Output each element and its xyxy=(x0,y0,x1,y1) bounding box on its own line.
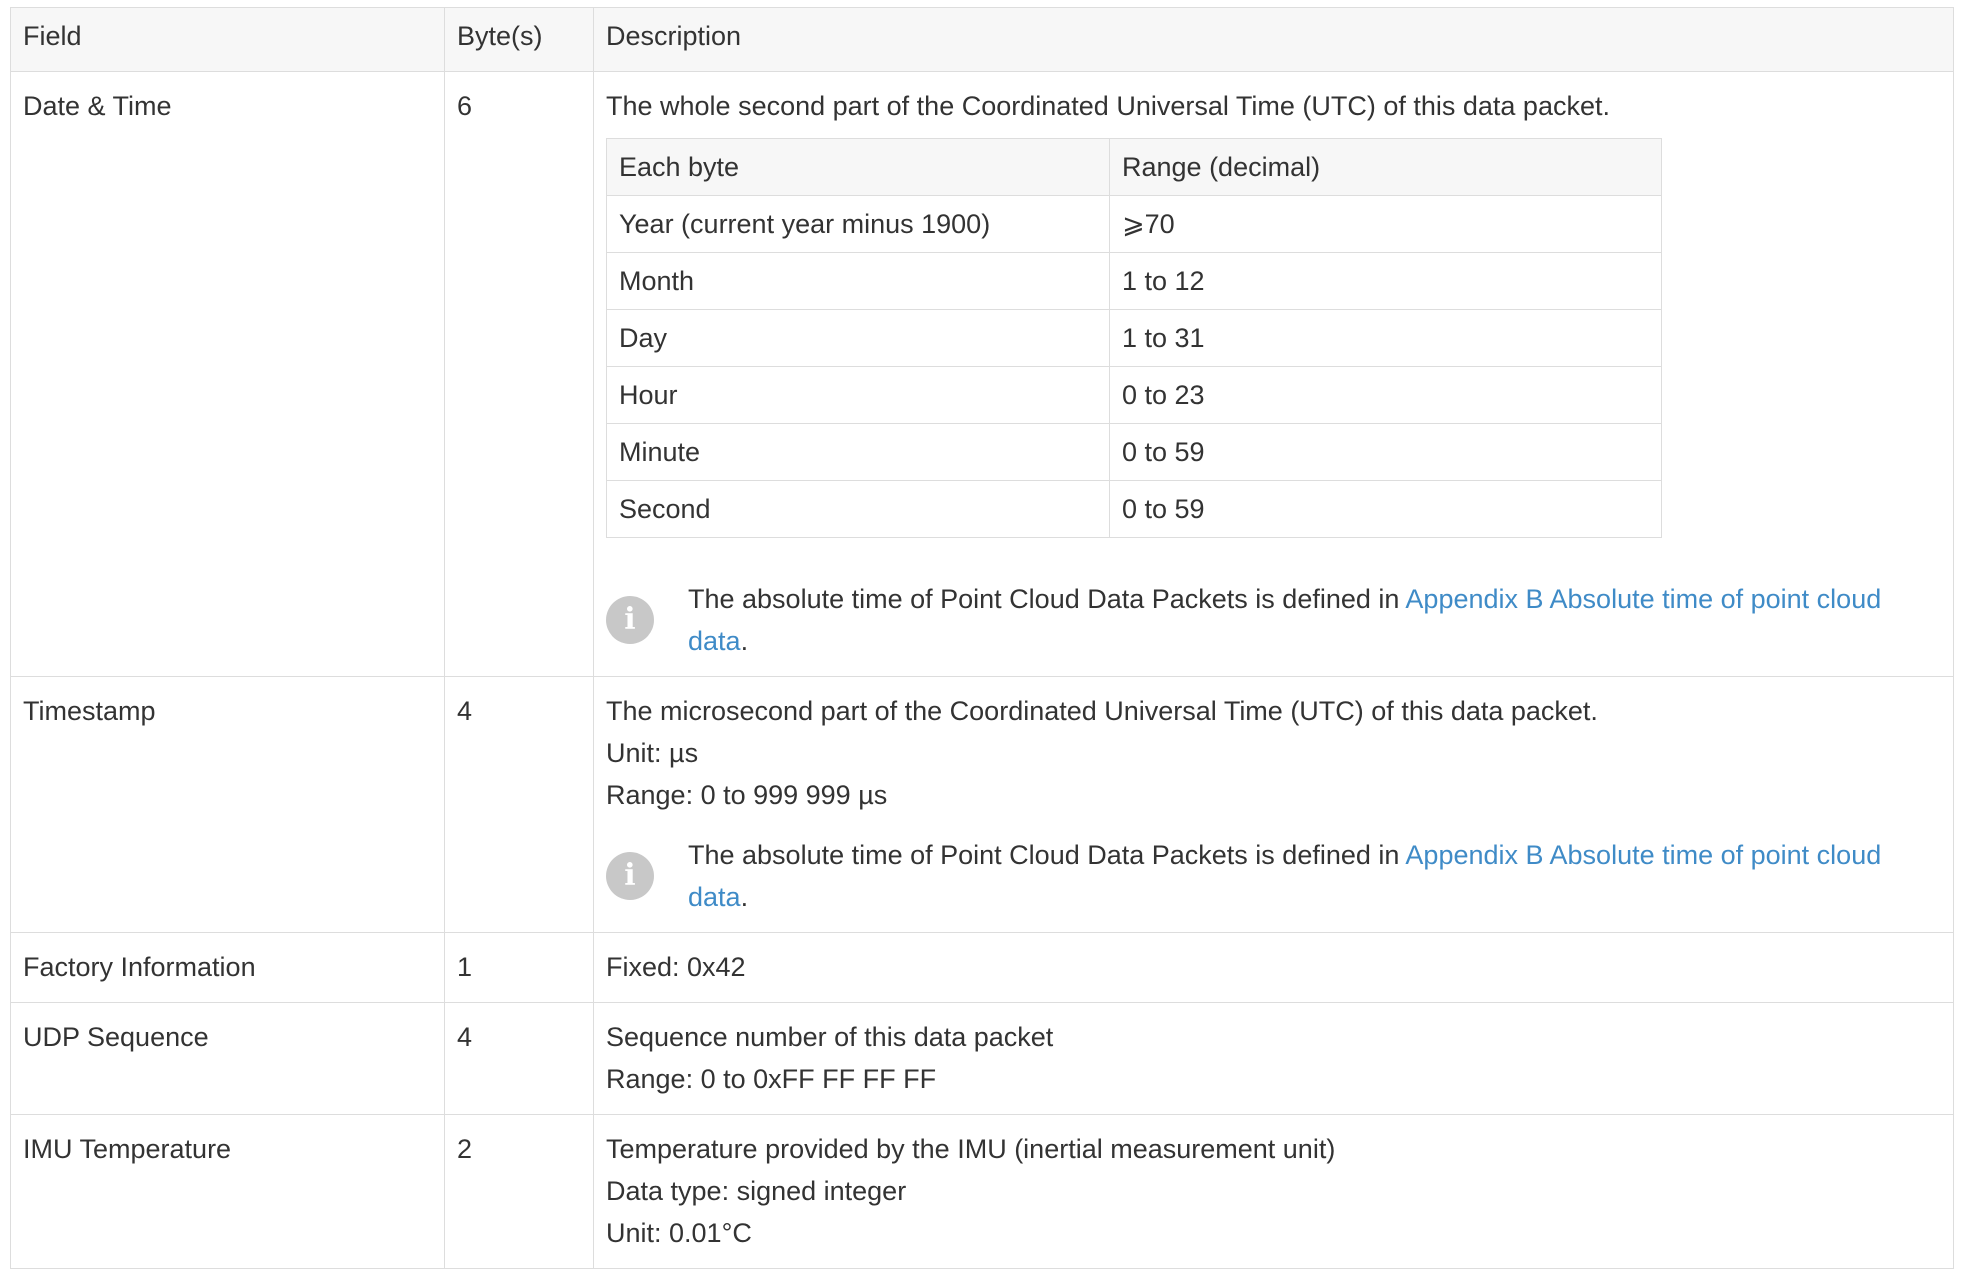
table-row: UDP Sequence 4 Sequence number of this d… xyxy=(10,1002,1954,1115)
table-row: IMU Temperature 2 Temperature provided b… xyxy=(10,1114,1954,1269)
subtable-row: Hour 0 to 23 xyxy=(606,366,1662,424)
header-bytes: Byte(s) xyxy=(444,7,594,72)
field-cell: UDP Sequence xyxy=(10,1002,445,1115)
subtable-header-range: Range (decimal) xyxy=(1109,138,1662,196)
description-line: Fixed: 0x42 xyxy=(606,952,746,982)
bytes-cell: 4 xyxy=(444,1002,594,1115)
byte-range-table: Each byte Range (decimal) Year (current … xyxy=(606,138,1662,538)
info-note-text: The absolute time of Point Cloud Data Pa… xyxy=(688,578,1941,662)
description-line: Data type: signed integer xyxy=(606,1176,907,1206)
subtable-range-cell: 0 to 59 xyxy=(1109,423,1662,481)
description-cell: Fixed: 0x42 xyxy=(593,932,1954,1003)
subtable-range-cell: 1 to 31 xyxy=(1109,309,1662,367)
subtable-row: Month 1 to 12 xyxy=(606,252,1662,310)
info-icon: i xyxy=(606,596,654,644)
subtable-header-row: Each byte Range (decimal) xyxy=(606,138,1662,196)
subtable-byte-cell: Second xyxy=(606,480,1110,538)
description-line: Unit: 0.01°C xyxy=(606,1218,752,1248)
field-cell: Factory Information xyxy=(10,932,445,1003)
subtable-range-cell: 1 to 12 xyxy=(1109,252,1662,310)
table-row: Factory Information 1 Fixed: 0x42 xyxy=(10,932,1954,1003)
description-text: The whole second part of the Coordinated… xyxy=(606,91,1610,121)
field-cell: IMU Temperature xyxy=(10,1114,445,1269)
header-field: Field xyxy=(10,7,445,72)
subtable-header-each-byte: Each byte xyxy=(606,138,1110,196)
note-text-suffix: . xyxy=(740,626,749,656)
bytes-cell: 6 xyxy=(444,71,594,677)
subtable-row: Day 1 to 31 xyxy=(606,309,1662,367)
note-text-lead: The absolute time of Point Cloud Data Pa… xyxy=(688,584,1406,614)
description-cell: Sequence number of this data packet Rang… xyxy=(593,1002,1954,1115)
header-description: Description xyxy=(593,7,1954,72)
table-row: Timestamp 4 The microsecond part of the … xyxy=(10,676,1954,933)
subtable-byte-cell: Hour xyxy=(606,366,1110,424)
description-line: Temperature provided by the IMU (inertia… xyxy=(606,1134,1336,1164)
table-row: Date & Time 6 The whole second part of t… xyxy=(10,71,1954,677)
bytes-cell: 4 xyxy=(444,676,594,933)
description-line: The microsecond part of the Coordinated … xyxy=(606,696,1598,726)
bytes-cell: 1 xyxy=(444,932,594,1003)
note-text-suffix: . xyxy=(740,882,749,912)
subtable-byte-cell: Year (current year minus 1900) xyxy=(606,195,1110,253)
packet-fields-table: Field Byte(s) Description Date & Time 6 … xyxy=(10,7,1954,1269)
field-cell: Date & Time xyxy=(10,71,445,677)
subtable-row: Second 0 to 59 xyxy=(606,480,1662,538)
description-line: Sequence number of this data packet xyxy=(606,1022,1054,1052)
subtable-range-cell: ⩾70 xyxy=(1109,195,1662,253)
subtable-byte-cell: Minute xyxy=(606,423,1110,481)
subtable-range-cell: 0 to 23 xyxy=(1109,366,1662,424)
field-cell: Timestamp xyxy=(10,676,445,933)
info-note: i The absolute time of Point Cloud Data … xyxy=(606,834,1941,918)
description-cell: Temperature provided by the IMU (inertia… xyxy=(593,1114,1954,1269)
bytes-cell: 2 xyxy=(444,1114,594,1269)
description-line: Unit: µs xyxy=(606,738,699,768)
description-cell: The microsecond part of the Coordinated … xyxy=(593,676,1954,933)
description-cell: The whole second part of the Coordinated… xyxy=(593,71,1954,677)
description-line: Range: 0 to 0xFF FF FF FF xyxy=(606,1064,937,1094)
table-header-row: Field Byte(s) Description xyxy=(10,7,1954,72)
subtable-byte-cell: Month xyxy=(606,252,1110,310)
info-icon: i xyxy=(606,852,654,900)
info-note: i The absolute time of Point Cloud Data … xyxy=(606,578,1941,662)
subtable-byte-cell: Day xyxy=(606,309,1110,367)
subtable-row: Minute 0 to 59 xyxy=(606,423,1662,481)
subtable-range-cell: 0 to 59 xyxy=(1109,480,1662,538)
description-line: Range: 0 to 999 999 µs xyxy=(606,780,888,810)
info-note-text: The absolute time of Point Cloud Data Pa… xyxy=(688,834,1941,918)
note-text-lead: The absolute time of Point Cloud Data Pa… xyxy=(688,840,1406,870)
subtable-row: Year (current year minus 1900) ⩾70 xyxy=(606,195,1662,253)
